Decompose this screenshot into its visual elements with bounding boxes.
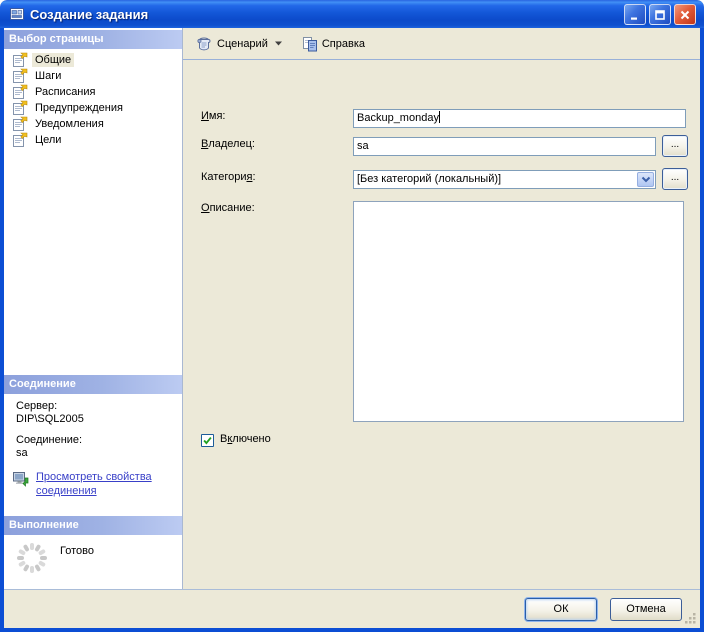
sidebar-item-label: Уведомления [32, 117, 107, 131]
progress-status: Готово [60, 545, 94, 557]
server-value: DIP\SQL2005 [16, 413, 182, 425]
category-dropdown-button[interactable] [637, 172, 654, 187]
page-icon [12, 100, 28, 116]
maximize-button[interactable] [649, 4, 671, 25]
category-select[interactable]: [Без категорий (локальный)] [353, 170, 656, 189]
page-icon [12, 52, 28, 68]
category-label: Категория: [201, 171, 256, 183]
page-icon [12, 116, 28, 132]
toolbar: Сценарий Справка [183, 28, 700, 60]
connection-panel: Сервер: DIP\SQL2005 Соединение: sa Просм… [4, 400, 182, 516]
close-icon [679, 9, 691, 21]
page-icon [12, 84, 28, 100]
help-button-label: Справка [322, 38, 366, 50]
sidebar-item-steps[interactable]: Шаги [4, 68, 182, 84]
sidebar-item-label: Общие [32, 53, 74, 67]
category-browse-button[interactable]: ... [662, 168, 688, 190]
page-tree: Общие Шаги Расписания Предупреждения Уве… [4, 49, 182, 375]
window-title: Создание задания [30, 7, 148, 22]
minimize-button[interactable] [624, 4, 646, 25]
page-selector-header: Выбор страницы [4, 30, 182, 49]
sidebar-item-notifications[interactable]: Уведомления [4, 116, 182, 132]
sidebar-item-label: Расписания [32, 85, 98, 99]
resize-grip[interactable] [684, 612, 697, 625]
main-panel: Сценарий Справка [182, 28, 700, 589]
enabled-label[interactable]: Включено [220, 433, 271, 445]
connection-label: Соединение: [16, 434, 182, 446]
owner-browse-button[interactable]: ... [662, 135, 688, 157]
connection-value: sa [16, 447, 182, 459]
maximize-icon [654, 9, 666, 21]
window-frame-bottom [0, 628, 704, 632]
script-icon [195, 36, 213, 52]
sidebar-item-alerts[interactable]: Предупреждения [4, 100, 182, 116]
name-label: Имя: [201, 110, 225, 122]
help-icon [302, 36, 318, 52]
window-frame-right [700, 28, 704, 628]
title-bar[interactable]: Создание задания [0, 0, 704, 28]
description-label: Описание: [201, 202, 255, 214]
footer: ОК Отмена [4, 589, 700, 628]
name-input[interactable]: Backup_monday [353, 109, 686, 128]
view-connection-properties-link[interactable]: Просмотреть свойства соединения [36, 470, 168, 498]
sidebar-item-label: Шаги [32, 69, 64, 83]
dropdown-arrow-icon [275, 41, 282, 46]
close-button[interactable] [674, 4, 696, 25]
page-icon [12, 132, 28, 148]
progress-spinner-icon [14, 540, 50, 576]
check-icon [202, 435, 213, 446]
cancel-button[interactable]: Отмена [610, 598, 682, 621]
sidebar-item-schedules[interactable]: Расписания [4, 84, 182, 100]
script-button[interactable]: Сценарий [189, 32, 288, 56]
minimize-icon [629, 9, 641, 21]
progress-header: Выполнение [4, 516, 182, 535]
connection-header: Соединение [4, 375, 182, 394]
app-icon [9, 6, 25, 22]
owner-input[interactable]: sa [353, 137, 656, 156]
sidebar-item-targets[interactable]: Цели [4, 132, 182, 148]
script-button-label: Сценарий [217, 38, 269, 50]
text-caret [439, 111, 440, 123]
enabled-checkbox[interactable] [201, 434, 214, 447]
sidebar: Выбор страницы Общие Шаги Расписания Пре… [4, 28, 182, 589]
sidebar-item-label: Цели [32, 133, 64, 147]
connection-properties-icon [12, 470, 30, 488]
ok-button[interactable]: ОК [525, 598, 597, 621]
sidebar-item-label: Предупреждения [32, 101, 126, 115]
description-textarea[interactable] [353, 201, 684, 422]
owner-label: Владелец: [201, 138, 255, 150]
server-label: Сервер: [16, 400, 182, 412]
sidebar-item-general[interactable]: Общие [4, 52, 182, 68]
new-job-dialog: Создание задания Выбор страницы Общие [0, 0, 704, 632]
progress-panel: Готово [4, 535, 182, 597]
chevron-down-icon [641, 176, 651, 184]
job-form: Имя: Backup_monday Владелец: sa ... Кате… [183, 60, 700, 588]
page-icon [12, 68, 28, 84]
help-button[interactable]: Справка [296, 32, 372, 56]
